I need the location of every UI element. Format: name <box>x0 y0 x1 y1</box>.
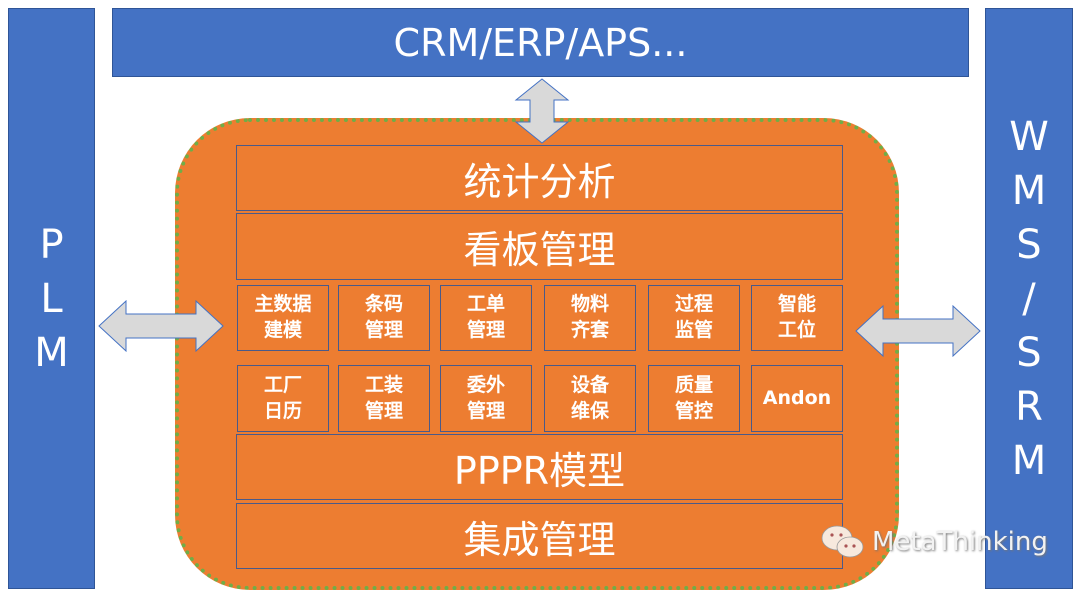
module-work-order: 工单 管理 <box>440 285 532 351</box>
layer-pppr-model: PPPR模型 <box>236 434 843 500</box>
module-outsourcing: 委外 管理 <box>440 365 532 432</box>
wms-letter: W <box>1009 113 1049 160</box>
plm-letter: P <box>39 221 64 268</box>
layer-integration: 集成管理 <box>236 503 843 569</box>
wms-letter: S <box>1016 329 1042 376</box>
module-barcode: 条码 管理 <box>338 285 430 351</box>
module-process-monitor: 过程 监管 <box>648 285 740 351</box>
crm-erp-aps-box: CRM/ERP/APS... <box>112 8 969 77</box>
module-equipment-maintenance: 设备 维保 <box>544 365 636 432</box>
module-quality-control: 质量 管控 <box>648 365 740 432</box>
wms-letter: M <box>1011 167 1047 214</box>
double-arrow-vertical-icon <box>514 78 570 144</box>
layer-dashboard: 看板管理 <box>236 213 843 280</box>
module-master-data: 主数据 建模 <box>237 285 329 351</box>
layer-statistics: 统计分析 <box>236 145 843 211</box>
module-tooling: 工装 管理 <box>338 365 430 432</box>
wms-letter: R <box>1015 383 1043 430</box>
wms-letter: M <box>1011 437 1047 484</box>
plm-box: P L M <box>8 8 95 589</box>
wechat-icon <box>821 525 864 558</box>
module-smart-station: 智能 工位 <box>751 285 843 351</box>
module-material-kitting: 物料 齐套 <box>544 285 636 351</box>
wms-letter: / <box>1022 275 1036 322</box>
watermark: MetaThinking <box>820 522 1048 562</box>
plm-letter: M <box>34 329 69 376</box>
module-factory-calendar: 工厂 日历 <box>237 365 329 432</box>
double-arrow-right-icon <box>855 305 981 357</box>
watermark-text: MetaThinking <box>872 527 1048 557</box>
wms-srm-box: W M S / S R M <box>985 8 1073 589</box>
module-andon: Andon <box>751 365 843 432</box>
double-arrow-left-icon <box>98 300 224 352</box>
plm-letter: L <box>40 275 63 322</box>
wms-letter: S <box>1016 221 1042 268</box>
